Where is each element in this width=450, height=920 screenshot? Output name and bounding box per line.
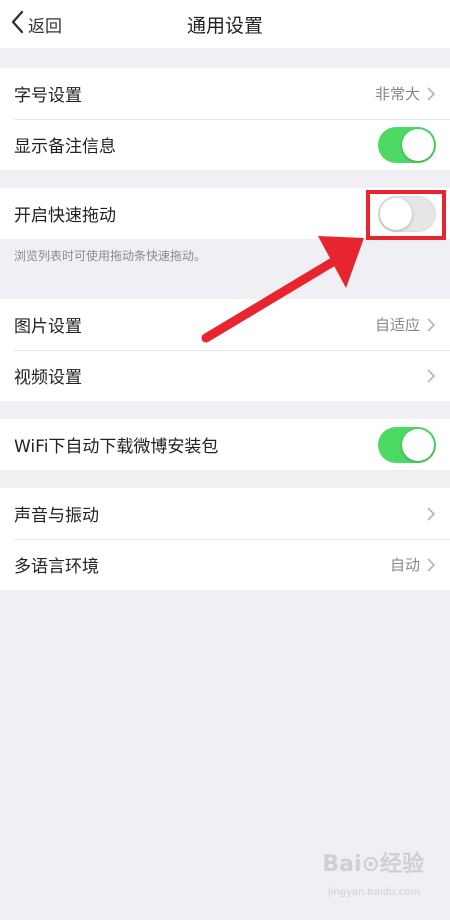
annotation-arrow-icon <box>201 236 364 343</box>
baidu-watermark: Bai⊙经验 <box>322 846 424 878</box>
watermark-subtext: jingyan.baidu.com <box>327 887 420 898</box>
watermark-text: Bai⊙经验 <box>322 852 424 877</box>
